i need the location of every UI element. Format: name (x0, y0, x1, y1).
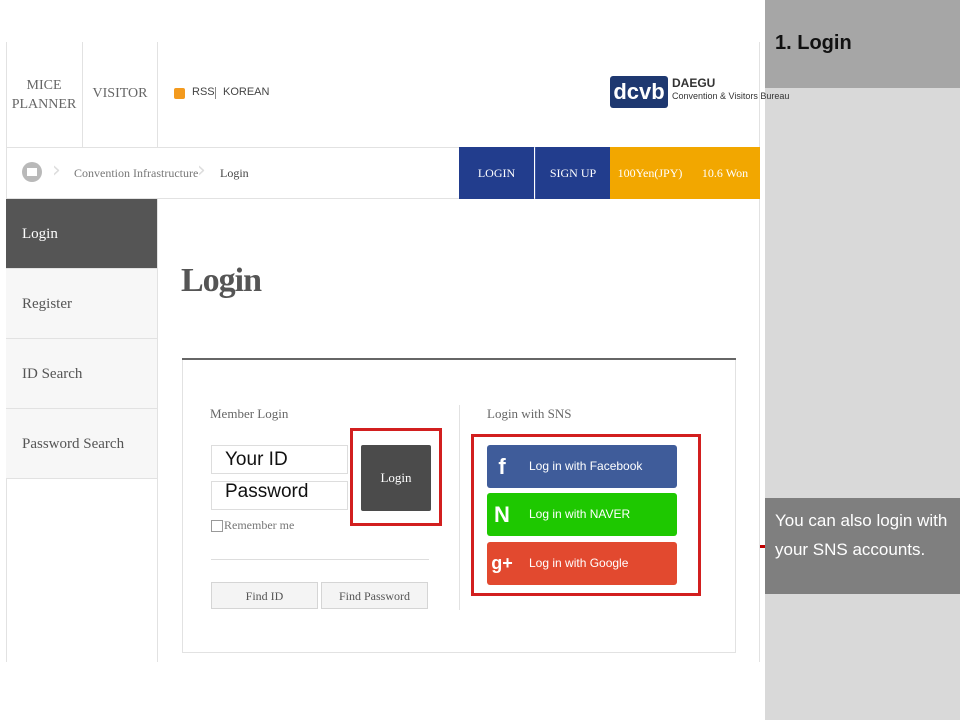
home-icon[interactable] (22, 162, 42, 182)
find-password-button[interactable]: Find Password (321, 582, 428, 609)
chevron-right-icon: › (197, 158, 206, 183)
header-login-button[interactable]: LOGIN (459, 147, 534, 199)
step-title-box: 1. Login (765, 0, 960, 88)
sns-login-heading: Login with SNS (487, 406, 572, 421)
visitor-label: VISITOR (92, 86, 148, 101)
exchange-rate-yen: 100Yen(JPY) (610, 147, 690, 199)
remember-me-label[interactable]: Remember me (224, 518, 294, 533)
rss-icon[interactable] (174, 88, 185, 99)
breadcrumb-current: Login (220, 166, 249, 180)
header-signup-button[interactable]: SIGN UP (535, 147, 610, 199)
nav-visitor[interactable]: VISITOR (83, 42, 158, 147)
page-title: Login (181, 262, 262, 299)
sidebar-item-register[interactable]: Register (6, 269, 158, 339)
rss-link[interactable]: RSS (192, 86, 215, 98)
nav-mice-planner[interactable]: MICE PLANNER (6, 42, 83, 147)
chevron-right-icon: › (52, 158, 61, 183)
divider (211, 559, 429, 560)
step-title: 1. Login (775, 32, 852, 54)
breadcrumb-item[interactable]: Convention Infrastructure (74, 166, 198, 181)
sidebar-item-id-search[interactable]: ID Search (6, 339, 158, 409)
mice-line1: MICE (26, 78, 62, 93)
mice-line2: PLANNER (11, 97, 77, 112)
annotation-panel (765, 0, 960, 720)
login-button-highlight (350, 428, 442, 526)
dcvb-logo[interactable]: dcvb DAEGU Convention & Visitors Bureau (610, 76, 789, 108)
member-login-heading: Member Login (210, 406, 289, 421)
remember-me-checkbox[interactable] (211, 520, 223, 532)
logo-line1: DAEGU (672, 76, 716, 90)
logo-mark: dcvb (610, 76, 668, 108)
divider (215, 87, 216, 99)
sidebar-item-password-search[interactable]: Password Search (6, 409, 158, 479)
sidebar-item-login[interactable]: Login (6, 199, 158, 269)
sns-buttons-highlight (471, 434, 701, 596)
exchange-rate-won: 10.6 Won (690, 147, 760, 199)
logo-line2: Convention & Visitors Bureau (672, 91, 790, 101)
sidebar-divider (157, 199, 158, 662)
password-input-label: Password (225, 481, 309, 502)
find-id-button[interactable]: Find ID (211, 582, 318, 609)
annotation-note: You can also login with your SNS account… (765, 498, 960, 594)
korean-link[interactable]: KOREAN (223, 86, 269, 98)
panel-divider (459, 405, 460, 610)
id-input-label: Your ID (225, 449, 288, 470)
